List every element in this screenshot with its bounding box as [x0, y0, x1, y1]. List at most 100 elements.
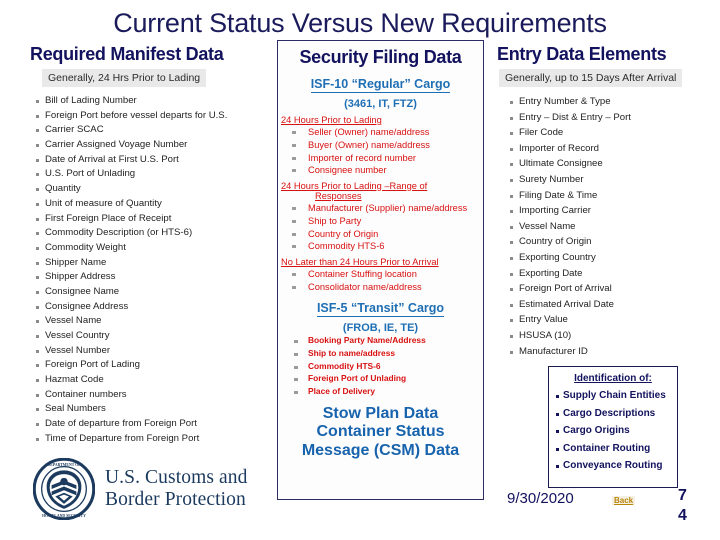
isf10-group1-item: Seller (Owner) name/address [278, 127, 483, 137]
stow-plan-line2: Container Status [316, 423, 445, 441]
entry-list-item: Filer Code [509, 128, 719, 138]
isf5-list: Booking Party Name/Address Ship to name/a… [278, 335, 483, 397]
stow-plan-line3: Message (CSM) Data [301, 442, 460, 460]
isf10-group1-item: Buyer (Owner) name/address [278, 140, 483, 150]
manifest-list-item: First Foreign Place of Receipt [35, 213, 276, 224]
isf10-group3-item: Consolidator name/address [278, 282, 483, 292]
identification-list-item: Cargo Origins [556, 425, 670, 437]
entry-list-item: Manufacturer ID [509, 346, 719, 357]
manifest-list-item: Commodity Description (or HTS-6) [35, 228, 276, 238]
security-filing-data-box: Security Filing Data ISF-10 “Regular” Ca… [277, 40, 484, 500]
right-column-subtitle-band: Generally, up to 15 Days After Arrival [499, 69, 683, 87]
isf10-group1-heading: 24 Hours Prior to Lading [281, 115, 382, 125]
entry-list-item: Importing Carrier [509, 206, 719, 216]
manifest-list-item: Vessel Name [35, 316, 276, 326]
stow-plan-block: Stow Plan Data Container Status Message … [278, 405, 483, 462]
entry-list-item: Entry – Dist & Entry – Port [509, 112, 719, 123]
isf10-title-text: ISF-10 “Regular” Cargo [310, 77, 451, 93]
isf10-group1-item: Consignee number [278, 165, 483, 175]
manifest-data-list: Bill of Lading Number Foreign Port before… [35, 96, 276, 443]
isf5-list-item: Commodity HTS-6 [278, 361, 483, 371]
manifest-list-item: Shipper Address [35, 272, 276, 282]
isf10-group1-list: Seller (Owner) name/address Buyer (Owner)… [278, 127, 483, 175]
isf5-subtitle: (FROB, IE, TE) [342, 322, 419, 334]
manifest-list-item: Carrier SCAC [35, 125, 276, 135]
page-title: Current Status Versus New Requirements [113, 8, 607, 38]
stow-plan-line1: Stow Plan Data [322, 404, 439, 422]
isf10-group1-item: Importer of record number [278, 153, 483, 163]
page-number: 7 4 [678, 486, 702, 526]
left-column-subtitle-band: Generally, 24 Hrs Prior to Lading [42, 69, 207, 87]
manifest-list-item: Quantity [35, 184, 276, 194]
identification-items-list: Supply Chain Entities Cargo Descriptions C… [556, 390, 670, 472]
entry-list-item: Filing Date & Time [509, 190, 719, 201]
isf10-title: ISF-10 “Regular” Cargo [278, 77, 483, 93]
entry-data-elements-column: Entry Data Elements Generally, up to 15 … [497, 44, 719, 362]
manifest-list-item: Foreign Port of Lading [35, 360, 276, 370]
entry-list-item: Entry Number & Type [509, 97, 719, 107]
identification-list-item: Cargo Descriptions [556, 408, 670, 420]
cbp-wordmark: U.S. Customs and Border Protection [105, 467, 247, 511]
svg-text:HOMELAND SECURITY: HOMELAND SECURITY [42, 514, 86, 518]
entry-list-item: Exporting Country [509, 253, 719, 263]
manifest-list-item: Foreign Port before vessel departs for U… [35, 111, 276, 121]
isf5-list-item: Booking Party Name/Address [278, 335, 483, 345]
entry-list-item: Estimated Arrival Date [509, 300, 719, 310]
page-number-line2: 4 [678, 507, 687, 524]
manifest-list-item: Container numbers [35, 390, 276, 400]
entry-list-item: Country of Origin [509, 237, 719, 247]
manifest-list-item: Vessel Number [35, 346, 276, 356]
manifest-list-item: Vessel Country [35, 331, 276, 341]
cbp-logo: DEPARTMENT OF HOMELAND SECURITY U.S. Cus… [33, 455, 263, 523]
identification-list-item: Supply Chain Entities [556, 390, 670, 402]
manifest-list-item: Carrier Assigned Voyage Number [35, 140, 276, 150]
manifest-list-item: Consignee Name [35, 287, 276, 297]
page-number-line1: 7 [678, 487, 687, 504]
isf5-title: ISF-5 “Transit” Cargo [278, 301, 483, 317]
manifest-list-item: Commodity Weight [35, 243, 276, 253]
required-manifest-data-column: Required Manifest Data Generally, 24 Hrs… [30, 44, 276, 449]
isf10-group2-item: Manufacturer (Supplier) name/address [278, 203, 483, 213]
isf10-subtitle: (3461, IT, FTZ) [344, 98, 417, 110]
manifest-list-item: Date of departure from Foreign Port [35, 419, 276, 429]
isf10-group3-list: Container Stuffing location Consolidator … [278, 269, 483, 292]
isf10-group3-heading: No Later than 24 Hours Prior to Arrival [281, 256, 439, 267]
entry-list-item: Surety Number [509, 175, 719, 185]
back-link[interactable]: Back [612, 496, 636, 505]
cbp-wordmark-line2: Border Protection [105, 489, 246, 510]
entry-list-item: Exporting Date [509, 268, 719, 279]
entry-list-item: HSUSA (10) [509, 331, 719, 341]
manifest-list-item: Consignee Address [35, 302, 276, 312]
isf10-group2-heading: 24 Hours Prior to Lading –Range of Respo… [281, 181, 483, 202]
footer-date: 9/30/2020 [507, 490, 574, 507]
manifest-list-item: U.S. Port of Unlading [35, 169, 276, 179]
entry-list-item: Importer of Record [509, 144, 719, 154]
manifest-list-item: Shipper Name [35, 257, 276, 268]
isf10-group2-list: Manufacturer (Supplier) name/address Ship… [278, 203, 483, 251]
isf5-list-item: Place of Delivery [278, 386, 483, 396]
isf5-list-item: Ship to name/address [278, 348, 483, 358]
manifest-list-item: Hazmat Code [35, 375, 276, 385]
isf10-group2-item: Commodity HTS-6 [278, 241, 483, 251]
manifest-list-item: Bill of Lading Number [35, 96, 276, 106]
entry-list-item: Foreign Port of Arrival [509, 284, 719, 294]
isf5-list-item: Foreign Port of Unlading [278, 373, 483, 383]
isf10-group2-heading-line2: Responses [315, 191, 362, 201]
identification-list-item: Conveyance Routing [556, 460, 670, 472]
right-column-heading: Entry Data Elements [497, 44, 667, 64]
entry-list-item: Vessel Name [509, 222, 719, 232]
isf10-group2-heading-line1: 24 Hours Prior to Lading –Range of [281, 180, 428, 191]
dhs-cbp-seal-icon: DEPARTMENT OF HOMELAND SECURITY [33, 458, 95, 520]
entry-list-item: Entry Value [509, 315, 719, 325]
manifest-list-item: Date of Arrival at First U.S. Port [35, 155, 276, 165]
isf10-group3-item: Container Stuffing location [278, 269, 483, 279]
left-column-heading: Required Manifest Data [30, 44, 224, 64]
entry-data-list: Entry Number & Type Entry – Dist & Entry … [509, 97, 719, 356]
manifest-list-item: Time of Departure from Foreign Port [35, 434, 276, 444]
manifest-list-item: Unit of measure of Quantity [35, 199, 276, 209]
isf10-group2-item: Ship to Party [278, 216, 483, 226]
identification-box-title: Identification of: [574, 373, 652, 384]
entry-list-item: Ultimate Consignee [509, 159, 719, 169]
svg-text:DEPARTMENT OF: DEPARTMENT OF [47, 463, 81, 467]
isf10-group2-item: Country of Origin [278, 229, 483, 239]
